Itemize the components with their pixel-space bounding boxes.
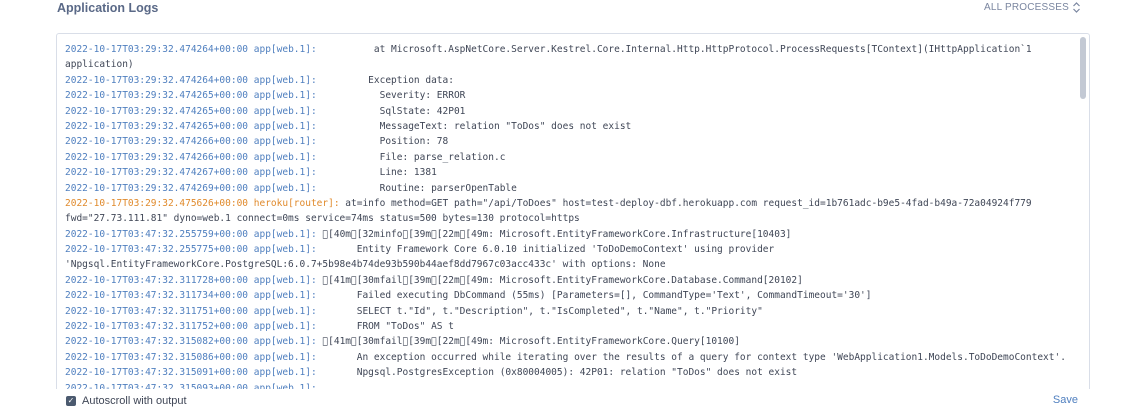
log-timestamp: 2022-10-17T03:29:32.474264+00:00 <box>65 74 249 86</box>
log-line: 2022-10-17T03:29:32.474269+00:00 app[web… <box>65 181 1073 196</box>
log-message: Exception data: <box>316 74 454 86</box>
log-line: 2022-10-17T03:29:32.474266+00:00 app[web… <box>65 150 1073 165</box>
log-timestamp: 2022-10-17T03:47:32.311728+00:00 <box>65 274 249 286</box>
log-message: at Microsoft.AspNetCore.Server.Kestrel.C… <box>316 44 1032 55</box>
log-line: 2022-10-17T03:29:32.475626+00:00 heroku[… <box>65 196 1073 211</box>
log-source: app[web.1]: <box>253 90 317 102</box>
log-line: 2022-10-17T03:47:32.311752+00:00 app[web… <box>65 319 1073 334</box>
autoscroll-toggle[interactable]: ✓ Autoscroll with output <box>66 395 187 407</box>
log-timestamp: 2022-10-17T03:47:32.315082+00:00 <box>65 336 249 348</box>
log-source: heroku[router]: <box>253 197 340 209</box>
log-timestamp: 2022-10-17T03:29:32.474269+00:00 <box>65 182 249 194</box>
log-timestamp: 2022-10-17T03:47:32.255775+00:00 <box>65 244 249 256</box>
log-message: Failed executing DbCommand (55ms) [Param… <box>316 290 872 302</box>
log-timestamp: 2022-10-17T03:29:32.474266+00:00 <box>65 136 249 148</box>
log-output-panel[interactable]: 2022-10-17T03:29:32.474264+00:00 app[web… <box>56 33 1090 389</box>
logs-header: Application Logs ALL PROCESSES <box>0 0 1137 24</box>
log-message: FROM "ToDos" AS t <box>316 321 454 333</box>
log-timestamp: 2022-10-17T03:47:32.311752+00:00 <box>65 321 249 333</box>
log-source: app[web.1]: <box>253 44 317 55</box>
log-line: 2022-10-17T03:47:32.315086+00:00 app[web… <box>65 350 1073 365</box>
log-line: 2022-10-17T03:29:32.474265+00:00 app[web… <box>65 104 1073 119</box>
log-timestamp: 2022-10-17T03:29:32.474265+00:00 <box>65 105 249 117</box>
log-line: 2022-10-17T03:29:32.474265+00:00 app[web… <box>65 88 1073 103</box>
log-source: app[web.1]: <box>253 351 317 363</box>
log-source: app[web.1]: <box>253 151 317 163</box>
log-line: 2022-10-17T03:29:32.474265+00:00 app[web… <box>65 119 1073 134</box>
log-source: app[web.1]: <box>253 228 317 240</box>
log-line: 'Npgsql.EntityFrameworkCore.PostgreSQL:6… <box>65 257 1073 272</box>
log-source: app[web.1]: <box>253 290 317 302</box>
log-timestamp: 2022-10-17T03:29:32.474265+00:00 <box>65 90 249 102</box>
log-message: 'Npgsql.EntityFrameworkCore.PostgreSQL:6… <box>65 259 666 271</box>
log-line: 2022-10-17T03:47:32.255775+00:00 app[web… <box>65 242 1073 257</box>
log-timestamp: 2022-10-17T03:47:32.315086+00:00 <box>65 351 249 363</box>
log-line: 2022-10-17T03:29:32.474266+00:00 app[web… <box>65 134 1073 149</box>
checkbox-checked-icon[interactable]: ✓ <box>66 396 76 406</box>
log-message: MessageText: relation "ToDos" does not e… <box>316 120 632 132</box>
log-timestamp: 2022-10-17T03:29:32.475626+00:00 <box>65 197 249 209</box>
log-message:  [41m [30mfail [39m [22m [49m: Microsoft… <box>316 336 740 348</box>
log-source: app[web.1]: <box>253 120 317 132</box>
log-line: 2022-10-17T03:29:32.474264+00:00 app[web… <box>65 73 1073 88</box>
log-line: 2022-10-17T03:47:32.311728+00:00 app[web… <box>65 273 1073 288</box>
log-timestamp: 2022-10-17T03:47:32.311734+00:00 <box>65 290 249 302</box>
log-message: fwd="27.73.111.81" dyno=web.1 connect=0m… <box>65 213 580 225</box>
log-source: app[web.1]: <box>253 367 317 379</box>
log-message:  [40m [32minfo [39m [22m [49m: Microsoft… <box>316 228 792 240</box>
log-lines: 2022-10-17T03:29:32.474264+00:00 app[web… <box>65 42 1073 389</box>
log-message: Line: 1381 <box>316 167 437 179</box>
log-source: app[web.1]: <box>253 136 317 148</box>
log-message: SELECT t."Id", t."Description", t."IsCom… <box>316 305 763 317</box>
log-line: 2022-10-17T03:47:32.255759+00:00 app[web… <box>65 227 1073 242</box>
log-message: Entity Framework Core 6.0.10 initialized… <box>316 244 775 256</box>
log-source: app[web.1]: <box>253 321 317 333</box>
log-message: at=info method=GET path="/api/ToDoes" ho… <box>339 197 1032 209</box>
autoscroll-label: Autoscroll with output <box>82 395 187 407</box>
process-filter-label: ALL PROCESSES <box>983 2 1069 13</box>
log-line: 2022-10-17T03:47:32.315091+00:00 app[web… <box>65 365 1073 380</box>
log-scrollbar[interactable] <box>1080 37 1086 389</box>
log-message: An exception occurred while iterating ov… <box>316 351 1066 363</box>
log-timestamp: 2022-10-17T03:29:32.474266+00:00 <box>65 151 249 163</box>
process-filter-dropdown[interactable]: ALL PROCESSES <box>984 2 1081 13</box>
log-source: app[web.1]: <box>253 244 317 256</box>
log-line: 2022-10-17T03:47:32.311751+00:00 app[web… <box>65 304 1073 319</box>
log-source: app[web.1]: <box>253 274 317 286</box>
log-message: application) <box>65 59 134 71</box>
log-timestamp: 2022-10-17T03:29:32.474267+00:00 <box>65 167 249 179</box>
log-message: File: parse_relation.c <box>316 151 506 163</box>
log-line: 2022-10-17T03:47:32.311734+00:00 app[web… <box>65 288 1073 303</box>
log-message: Npgsql.PostgresException (0x80004005): 4… <box>316 367 798 379</box>
log-timestamp: 2022-10-17T03:47:32.315091+00:00 <box>65 367 249 379</box>
page-title: Application Logs <box>57 1 159 15</box>
log-timestamp: 2022-10-17T03:47:32.311751+00:00 <box>65 305 249 317</box>
log-line: 2022-10-17T03:29:32.474267+00:00 app[web… <box>65 165 1073 180</box>
log-source: app[web.1]: <box>253 182 317 194</box>
log-source: app[web.1]: <box>253 167 317 179</box>
log-line: fwd="27.73.111.81" dyno=web.1 connect=0m… <box>65 211 1073 226</box>
log-source: app[web.1]: <box>253 105 317 117</box>
log-timestamp: 2022-10-17T03:29:32.474265+00:00 <box>65 120 249 132</box>
save-button[interactable]: Save <box>1053 394 1078 406</box>
log-source: app[web.1]: <box>253 336 317 348</box>
log-source: app[web.1]: <box>253 305 317 317</box>
log-line: 2022-10-17T03:29:32.474264+00:00 app[web… <box>65 42 1073 57</box>
log-message: Severity: ERROR <box>316 90 466 102</box>
log-message: Routine: parserOpenTable <box>316 182 517 194</box>
log-timestamp: 2022-10-17T03:29:32.474264+00:00 <box>65 44 249 55</box>
chevron-up-down-icon <box>1073 2 1080 13</box>
log-line: application) <box>65 57 1073 72</box>
log-message:  [41m [30mfail [39m [22m [49m: Microsoft… <box>316 274 803 286</box>
log-message: Position: 78 <box>316 136 449 148</box>
logs-footer: ✓ Autoscroll with output Save <box>0 388 1137 407</box>
log-message: SqlState: 42P01 <box>316 105 466 117</box>
log-source: app[web.1]: <box>253 74 317 86</box>
scrollbar-thumb[interactable] <box>1080 37 1086 99</box>
log-line: 2022-10-17T03:47:32.315082+00:00 app[web… <box>65 334 1073 349</box>
log-timestamp: 2022-10-17T03:47:32.255759+00:00 <box>65 228 249 240</box>
